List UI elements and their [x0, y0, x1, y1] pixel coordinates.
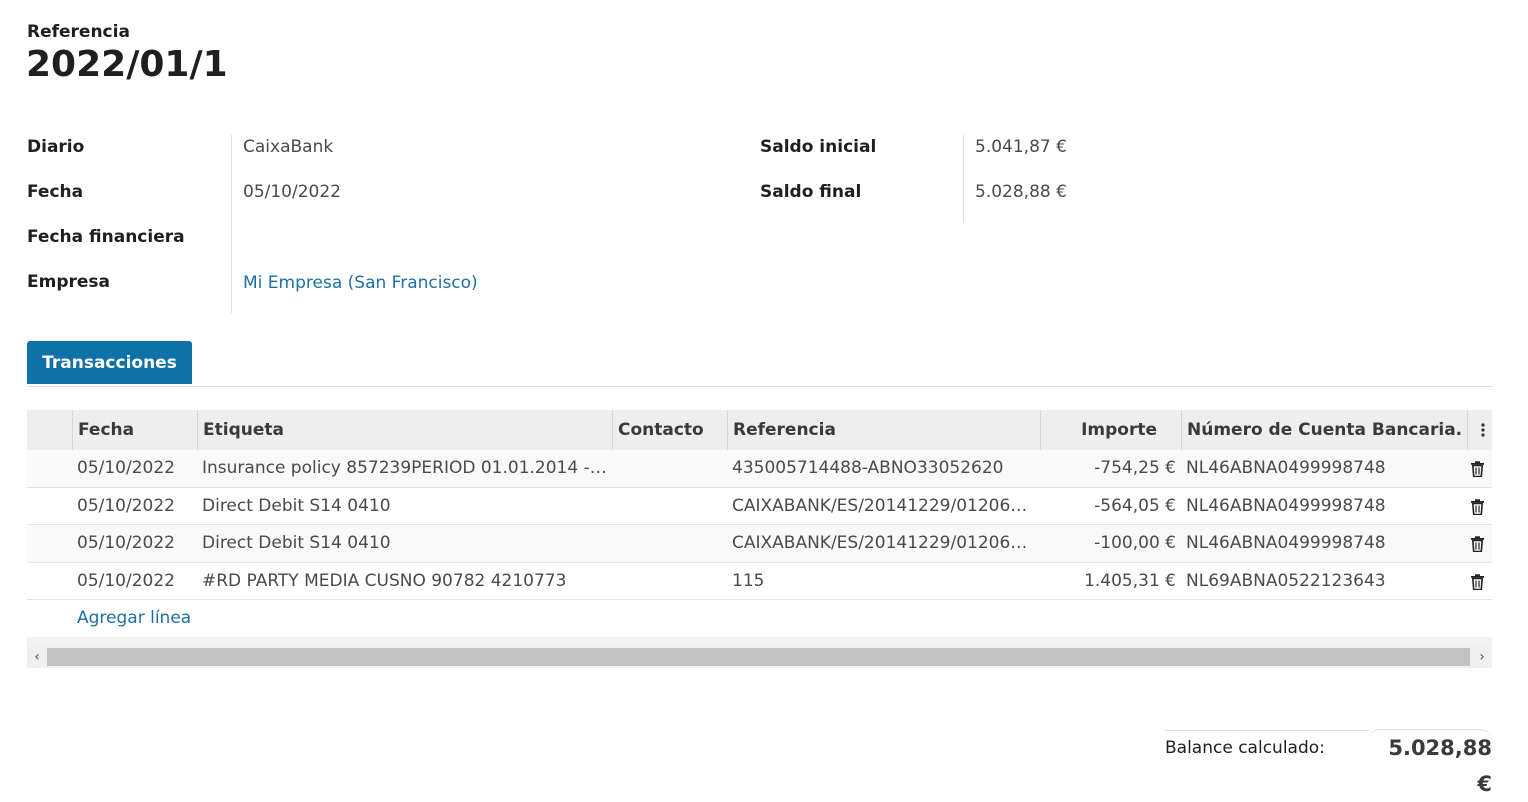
cell-referencia[interactable]: CAIXABANK/ES/20141229/01206407 [732, 525, 1037, 562]
trash-icon[interactable] [1470, 461, 1485, 478]
cell-importe[interactable]: -564,05 € [1040, 488, 1176, 525]
diario-label: Diario [27, 137, 85, 157]
empresa-label: Empresa [27, 272, 110, 292]
cell-importe[interactable]: -754,25 € [1040, 450, 1176, 487]
column-header-cuenta[interactable]: Número de Cuenta Bancaria... [1187, 410, 1461, 450]
chevron-left-icon[interactable]: ‹ [27, 646, 47, 668]
scrollbar-thumb[interactable] [47, 648, 1470, 666]
cell-cuenta[interactable]: NL69ABNA0522123643 [1186, 563, 1461, 600]
fecha-financiera-label: Fecha financiera [27, 227, 185, 247]
fecha-label: Fecha [27, 182, 84, 202]
cell-etiqueta[interactable]: Direct Debit S14 0410 [202, 488, 609, 525]
column-header-etiqueta[interactable]: Etiqueta [203, 410, 284, 450]
reference-title[interactable]: 2022/01/1 [26, 44, 228, 85]
cell-referencia[interactable]: CAIXABANK/ES/20141229/01206408 [732, 488, 1037, 525]
empresa-link[interactable]: Mi Empresa (San Francisco) [243, 273, 478, 293]
table-row[interactable]: 05/10/2022 #RD PARTY MEDIA CUSNO 90782 4… [27, 562, 1492, 600]
column-header-contacto[interactable]: Contacto [618, 410, 704, 450]
cell-fecha[interactable]: 05/10/2022 [77, 525, 192, 562]
cell-cuenta[interactable]: NL46ABNA0499998748 [1186, 488, 1461, 525]
column-header-importe[interactable]: Importe [1040, 410, 1157, 450]
cell-etiqueta[interactable]: Insurance policy 857239PERIOD 01.01.2014… [202, 450, 609, 487]
saldo-final-field[interactable]: 5.028,88 € [975, 182, 1067, 202]
column-header-fecha[interactable]: Fecha [78, 410, 134, 450]
table-header: Fecha Etiqueta Contacto Referencia Impor… [27, 410, 1492, 450]
cell-fecha[interactable]: 05/10/2022 [77, 450, 192, 487]
cell-fecha[interactable]: 05/10/2022 [77, 488, 192, 525]
reference-label: Referencia [27, 22, 130, 42]
cell-referencia[interactable]: 115 [732, 563, 1037, 600]
tab-divider [27, 386, 1492, 387]
cell-fecha[interactable]: 05/10/2022 [77, 563, 192, 600]
saldo-inicial-label: Saldo inicial [760, 137, 877, 157]
balance-divider [1165, 730, 1369, 731]
cell-cuenta[interactable]: NL46ABNA0499998748 [1186, 450, 1461, 487]
tab-transacciones[interactable]: Transacciones [27, 341, 192, 384]
trash-icon[interactable] [1470, 573, 1485, 590]
cell-contacto[interactable] [618, 488, 723, 525]
fecha-field[interactable]: 05/10/2022 [243, 182, 341, 202]
diario-field[interactable]: CaixaBank [243, 137, 333, 157]
balance-value: 5.028,88 € [1368, 729, 1492, 796]
balance-label: Balance calculado: [1165, 738, 1325, 758]
cell-importe[interactable]: 1.405,31 € [1040, 563, 1176, 600]
cell-importe[interactable]: -100,00 € [1040, 525, 1176, 562]
cell-referencia[interactable]: 435005714488-ABNO33052620 [732, 450, 1037, 487]
fecha-financiera-field[interactable] [243, 227, 543, 249]
saldo-inicial-field[interactable]: 5.041,87 € [975, 137, 1067, 157]
saldo-final-label: Saldo final [760, 182, 862, 202]
table-row[interactable]: 05/10/2022 Insurance policy 857239PERIOD… [27, 450, 1492, 488]
field-separator [231, 135, 232, 313]
trash-icon[interactable] [1470, 498, 1485, 515]
cell-contacto[interactable] [618, 563, 723, 600]
transactions-table: Fecha Etiqueta Contacto Referencia Impor… [27, 410, 1492, 647]
table-row[interactable]: 05/10/2022 Direct Debit S14 0410 CAIXABA… [27, 487, 1492, 525]
vertical-dots-icon[interactable] [1477, 422, 1489, 438]
table-row[interactable]: 05/10/2022 Direct Debit S14 0410 CAIXABA… [27, 525, 1492, 563]
cell-etiqueta[interactable]: Direct Debit S14 0410 [202, 525, 609, 562]
cell-contacto[interactable] [618, 450, 723, 487]
chevron-right-icon[interactable]: › [1472, 646, 1492, 668]
horizontal-scrollbar[interactable]: ‹ › [27, 646, 1492, 668]
add-line-row: Agregar línea [27, 600, 1492, 637]
add-line-link[interactable]: Agregar línea [77, 600, 191, 637]
trash-icon[interactable] [1470, 536, 1485, 553]
cell-etiqueta[interactable]: #RD PARTY MEDIA CUSNO 90782 4210773 [202, 563, 609, 600]
column-header-referencia[interactable]: Referencia [733, 410, 836, 450]
cell-cuenta[interactable]: NL46ABNA0499998748 [1186, 525, 1461, 562]
field-separator-right [963, 135, 964, 223]
cell-contacto[interactable] [618, 525, 723, 562]
